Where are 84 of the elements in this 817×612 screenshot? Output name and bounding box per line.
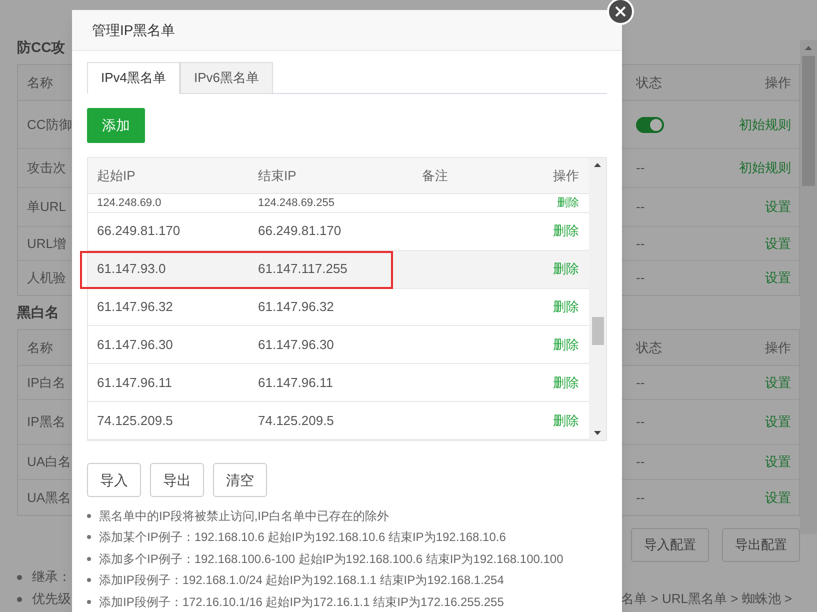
delete-link[interactable]: 删除 — [553, 335, 589, 355]
column-header: 操作 — [553, 166, 580, 185]
column-header: 起始IP — [96, 166, 136, 185]
add-button[interactable]: 添加 — [87, 108, 145, 143]
close-button[interactable] — [607, 0, 634, 25]
table-cell-text: 61.147.96.32 — [96, 298, 174, 316]
tab[interactable]: IPv4黑名单 — [87, 62, 180, 94]
scrollbar-thumb[interactable] — [592, 317, 604, 345]
tip-text: 添加某个IP例子：192.168.10.6 起始IP为192.168.10.6 结束IP为192.168.10.6 — [87, 526, 607, 548]
section-title: 防CC攻 — [17, 38, 66, 57]
column-header: 备注 — [421, 166, 449, 185]
table-cell-text: 124.248.69.0 — [96, 196, 162, 211]
tab[interactable]: IPv6黑名单 — [180, 62, 274, 94]
table-cell: 攻击次 — [27, 160, 66, 176]
column-header: 状态 — [634, 338, 663, 357]
table-cell: IP黑名 — [27, 414, 66, 430]
column-header: 名称 — [27, 74, 53, 90]
delete-link[interactable]: 删除 — [553, 372, 589, 392]
tip-text: 添加IP段例子：172.16.10.1/16 起始IP为172.16.1.1 结束IP为172.16.255.255 — [87, 591, 607, 612]
action-link[interactable]: 设置 — [765, 412, 791, 432]
table-cell: URL增 — [27, 236, 66, 251]
delete-link[interactable]: 删除 — [553, 259, 589, 279]
action-link[interactable]: 设置 — [765, 268, 791, 288]
action-link[interactable]: 设置 — [765, 488, 791, 508]
tip-text: 添加多个IP例子：192.168.100.6-100 起始IP为192.168.100.6 结束IP为192.168.100.100 — [87, 548, 607, 570]
table-cell: UA白名 — [27, 454, 72, 470]
delete-link[interactable]: 删除 — [553, 221, 589, 241]
config-button[interactable]: 导出配置 — [722, 528, 800, 562]
tip-text: 黑名单中的IP段将被禁止访问,IP白名单中已存在的除外 — [87, 505, 607, 526]
note-text: 继承： — [17, 567, 71, 587]
note-text: 优先级 — [17, 589, 71, 609]
modal-title: 管理IP黑名单 — [72, 10, 622, 51]
action-link[interactable]: 设置 — [765, 452, 791, 472]
table-cell-text: 61.147.96.30 — [257, 336, 335, 354]
section-title: 黑白名 — [17, 303, 59, 322]
scrollbar[interactable] — [589, 158, 606, 440]
table-cell-text: 61.147.96.32 — [257, 298, 335, 316]
table-cell: UA黑名 — [27, 490, 72, 505]
scroll-down-icon[interactable] — [594, 431, 601, 435]
action-link[interactable]: 初始规则 — [739, 114, 791, 134]
status-text: -- — [636, 374, 645, 392]
action-link[interactable]: 设置 — [765, 234, 791, 254]
status-text: -- — [636, 198, 645, 216]
config-button[interactable]: 导入配置 — [631, 528, 709, 562]
column-header: 状态 — [634, 74, 663, 92]
scrollbar[interactable] — [800, 40, 817, 534]
scroll-up-icon[interactable] — [594, 163, 601, 167]
table-cell: CC防御 — [27, 116, 72, 132]
table-cell: IP白名 — [27, 374, 66, 390]
action-button[interactable]: 导入 — [87, 463, 141, 497]
table-cell-text: 66.249.81.170 — [96, 222, 182, 240]
status-text: -- — [636, 234, 645, 253]
tip-text: 添加IP段例子：192.168.1.0/24 起始IP为192.168.1.1 结束IP为192.168.1.254 — [87, 570, 607, 591]
table-cell-text: 66.249.81.170 — [257, 222, 342, 240]
table-cell-text: 61.147.96.30 — [96, 336, 174, 354]
table-cell-text: 74.125.209.5 — [257, 412, 335, 430]
toggle-switch[interactable] — [636, 116, 664, 132]
breadcrumb-text: 名单 > URL黑名单 > 蜘蛛池 > — [621, 590, 793, 608]
delete-link[interactable]: 删除 — [553, 410, 589, 430]
action-link[interactable]: 设置 — [765, 197, 791, 217]
table-cell-text: 74.125.209.5 — [96, 412, 174, 430]
column-header: 名称 — [27, 340, 53, 355]
table-cell: 单URL — [27, 199, 66, 214]
status-text: -- — [636, 453, 645, 472]
action-link[interactable]: 设置 — [765, 372, 791, 392]
table-cell: 人机验 — [27, 270, 66, 286]
status-text: -- — [636, 159, 645, 178]
column-header: 操作 — [764, 338, 792, 357]
table-cell-text: 61.147.96.11 — [96, 374, 173, 392]
delete-link[interactable]: 删除 — [557, 194, 589, 212]
status-text: -- — [636, 269, 645, 288]
action-button[interactable]: 清空 — [213, 463, 267, 497]
table-cell-text: 61.147.117.255 — [257, 260, 348, 278]
column-header: 操作 — [764, 74, 792, 92]
table-cell-text: 124.248.69.255 — [257, 196, 336, 211]
table-cell-text: 61.147.93.0 — [96, 260, 167, 278]
table-cell-text: 61.147.96.11 — [257, 374, 334, 392]
action-button[interactable]: 导出 — [150, 463, 204, 497]
status-text: -- — [636, 488, 645, 507]
close-icon — [615, 6, 626, 17]
column-header: 结束IP — [257, 166, 298, 185]
delete-link[interactable]: 删除 — [553, 297, 589, 317]
action-link[interactable]: 初始规则 — [739, 158, 791, 178]
status-text: -- — [636, 413, 645, 432]
